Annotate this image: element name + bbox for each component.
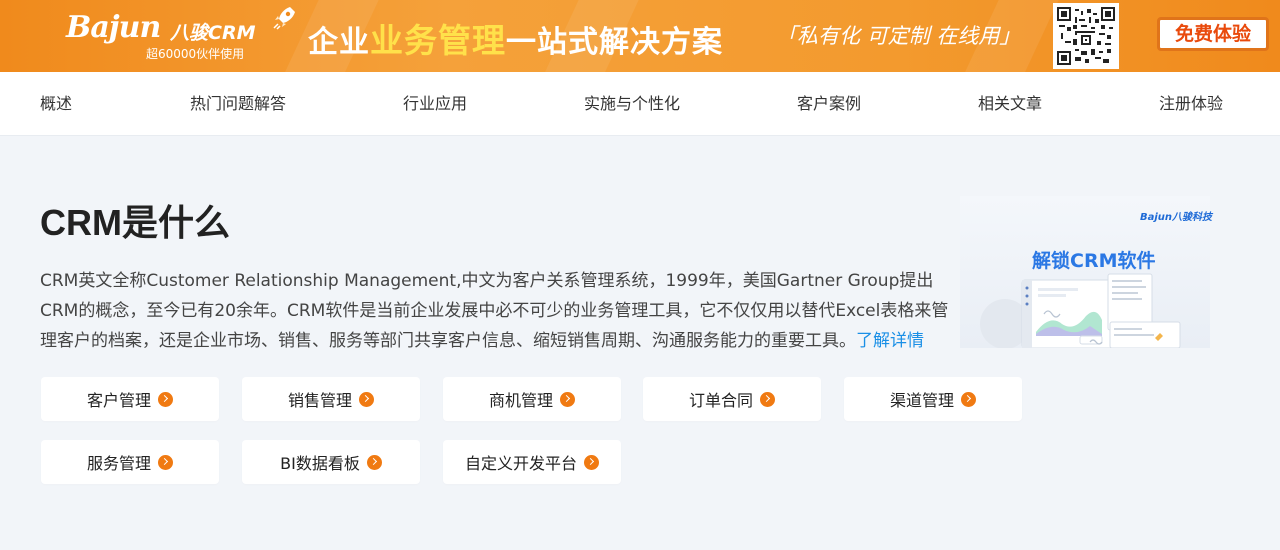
arrow-right-icon (158, 454, 173, 470)
module-button-bi[interactable]: BI数据看板 (242, 440, 420, 484)
main-nav: 概述 热门问题解答 行业应用 实施与个性化 客户案例 相关文章 注册体验 (0, 72, 1280, 136)
nav-item-overview[interactable]: 概述 (40, 72, 72, 136)
illustration-logo: Bajun八骏科技 (1140, 212, 1213, 223)
user-count: 超60000伙伴使用 (146, 47, 245, 61)
arrow-right-icon (961, 391, 976, 407)
module-label: 服务管理 (86, 454, 151, 473)
qr-code (1053, 3, 1119, 69)
brand-name-cn: 八骏CRM (170, 22, 256, 44)
nav-item-faq[interactable]: 热门问题解答 (190, 72, 286, 136)
banner-tagline: 「私有化 可定制 在线用」 (776, 24, 1021, 48)
module-button-service[interactable]: 服务管理 (41, 440, 219, 484)
arrow-right-icon (366, 454, 382, 470)
module-button-orders[interactable]: 订单合同 (643, 377, 821, 421)
module-button-sales[interactable]: 销售管理 (242, 377, 420, 421)
slogan-prefix: 企业 (308, 25, 370, 60)
module-label: 销售管理 (287, 391, 352, 410)
module-button-opportunity[interactable]: 商机管理 (443, 377, 621, 421)
module-label: 自定义开发平台 (464, 454, 577, 473)
qr-code-icon (1057, 7, 1115, 65)
arrow-right-icon (584, 454, 599, 470)
page-title: CRM是什么 (40, 202, 230, 243)
module-label: BI数据看板 (280, 454, 360, 473)
slogan-suffix: 一站式解决方案 (506, 25, 723, 60)
module-label: 渠道管理 (889, 391, 954, 410)
nav-item-implementation[interactable]: 实施与个性化 (584, 72, 680, 136)
illustration-title: 解锁CRM软件 (1032, 250, 1156, 272)
rocket-icon (273, 7, 295, 30)
slogan-highlight: 业务管理 (370, 21, 506, 60)
module-button-custom-dev[interactable]: 自定义开发平台 (443, 440, 621, 484)
learn-more-link[interactable]: 了解详情 (856, 331, 924, 351)
arrow-right-icon (760, 391, 775, 407)
nav-item-cases[interactable]: 客户案例 (797, 72, 861, 136)
module-label: 订单合同 (688, 391, 753, 410)
module-label: 商机管理 (488, 391, 553, 410)
crm-description: CRM英文全称Customer Relationship Management,… (40, 266, 960, 356)
module-button-customer[interactable]: 客户管理 (41, 377, 219, 421)
top-banner[interactable]: Bajun 八骏CRM 超60000伙伴使用 企业业务管理一站式解决方案 「私有… (0, 0, 1280, 72)
brand-logo[interactable]: Bajun 八骏CRM 超60000伙伴使用 (66, 8, 266, 66)
nav-item-industry[interactable]: 行业应用 (403, 72, 467, 136)
crm-illustration[interactable]: Bajun八骏科技 解锁CRM软件 (960, 196, 1213, 349)
arrow-right-icon (359, 391, 374, 407)
module-button-channel[interactable]: 渠道管理 (844, 377, 1022, 421)
banner-slogan: 企业业务管理一站式解决方案 (308, 14, 723, 62)
arrow-right-icon (158, 391, 173, 407)
module-label: 客户管理 (86, 391, 151, 410)
free-trial-button[interactable]: 免费体验 (1157, 17, 1269, 51)
arrow-right-icon (560, 391, 575, 407)
description-text: CRM英文全称Customer Relationship Management,… (40, 271, 949, 351)
brand-name: Bajun (66, 10, 161, 45)
nav-item-articles[interactable]: 相关文章 (978, 72, 1042, 136)
nav-item-register[interactable]: 注册体验 (1159, 72, 1223, 136)
